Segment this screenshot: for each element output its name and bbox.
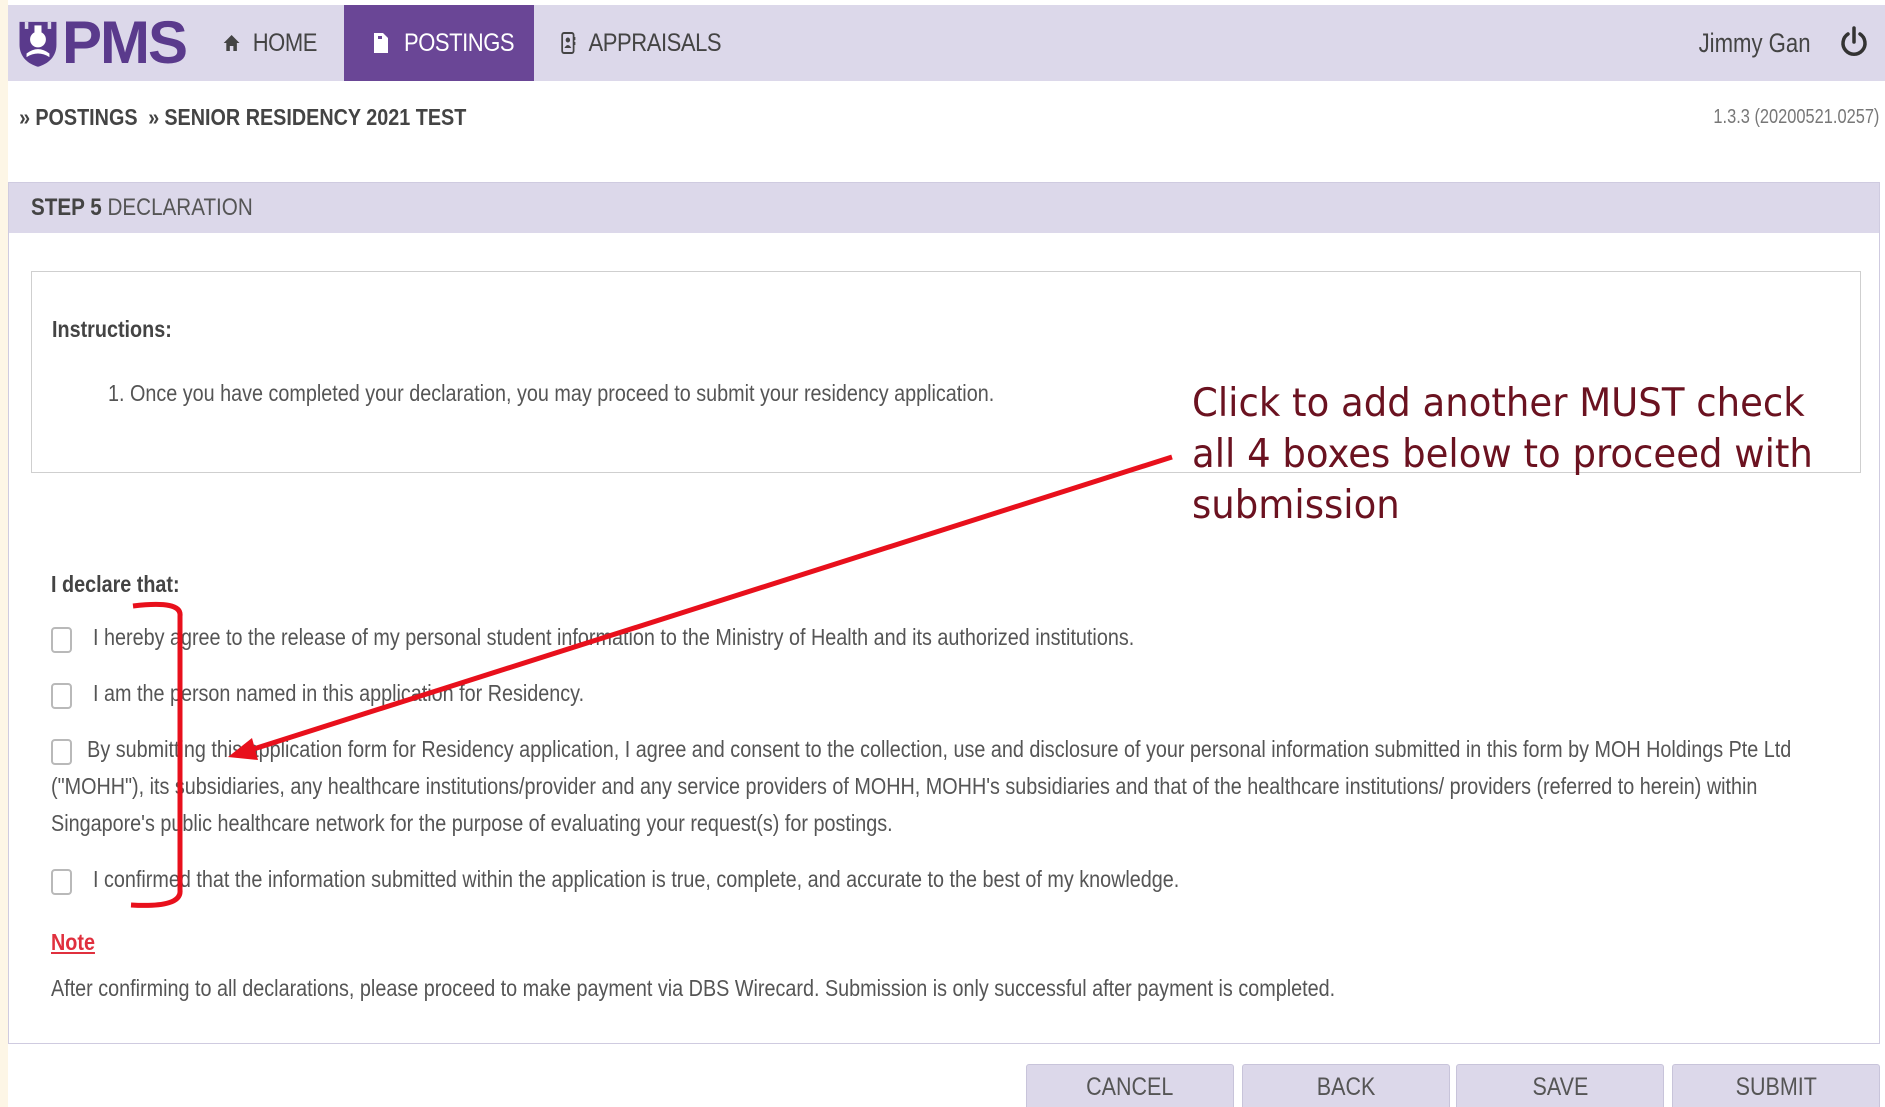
annotation-arrow-line	[243, 454, 1173, 755]
annotation-line: submission	[1192, 483, 1400, 528]
annotation-overlay	[130, 454, 1173, 908]
annotation-bracket	[130, 601, 183, 908]
annotation-arrow-head	[228, 738, 258, 760]
annotation-line: all 4 boxes below to proceed with	[1192, 432, 1813, 477]
annotation-callout: Click to add another MUST check all 4 bo…	[1192, 378, 1882, 531]
annotation-line: Click to add another MUST check	[1192, 381, 1805, 426]
